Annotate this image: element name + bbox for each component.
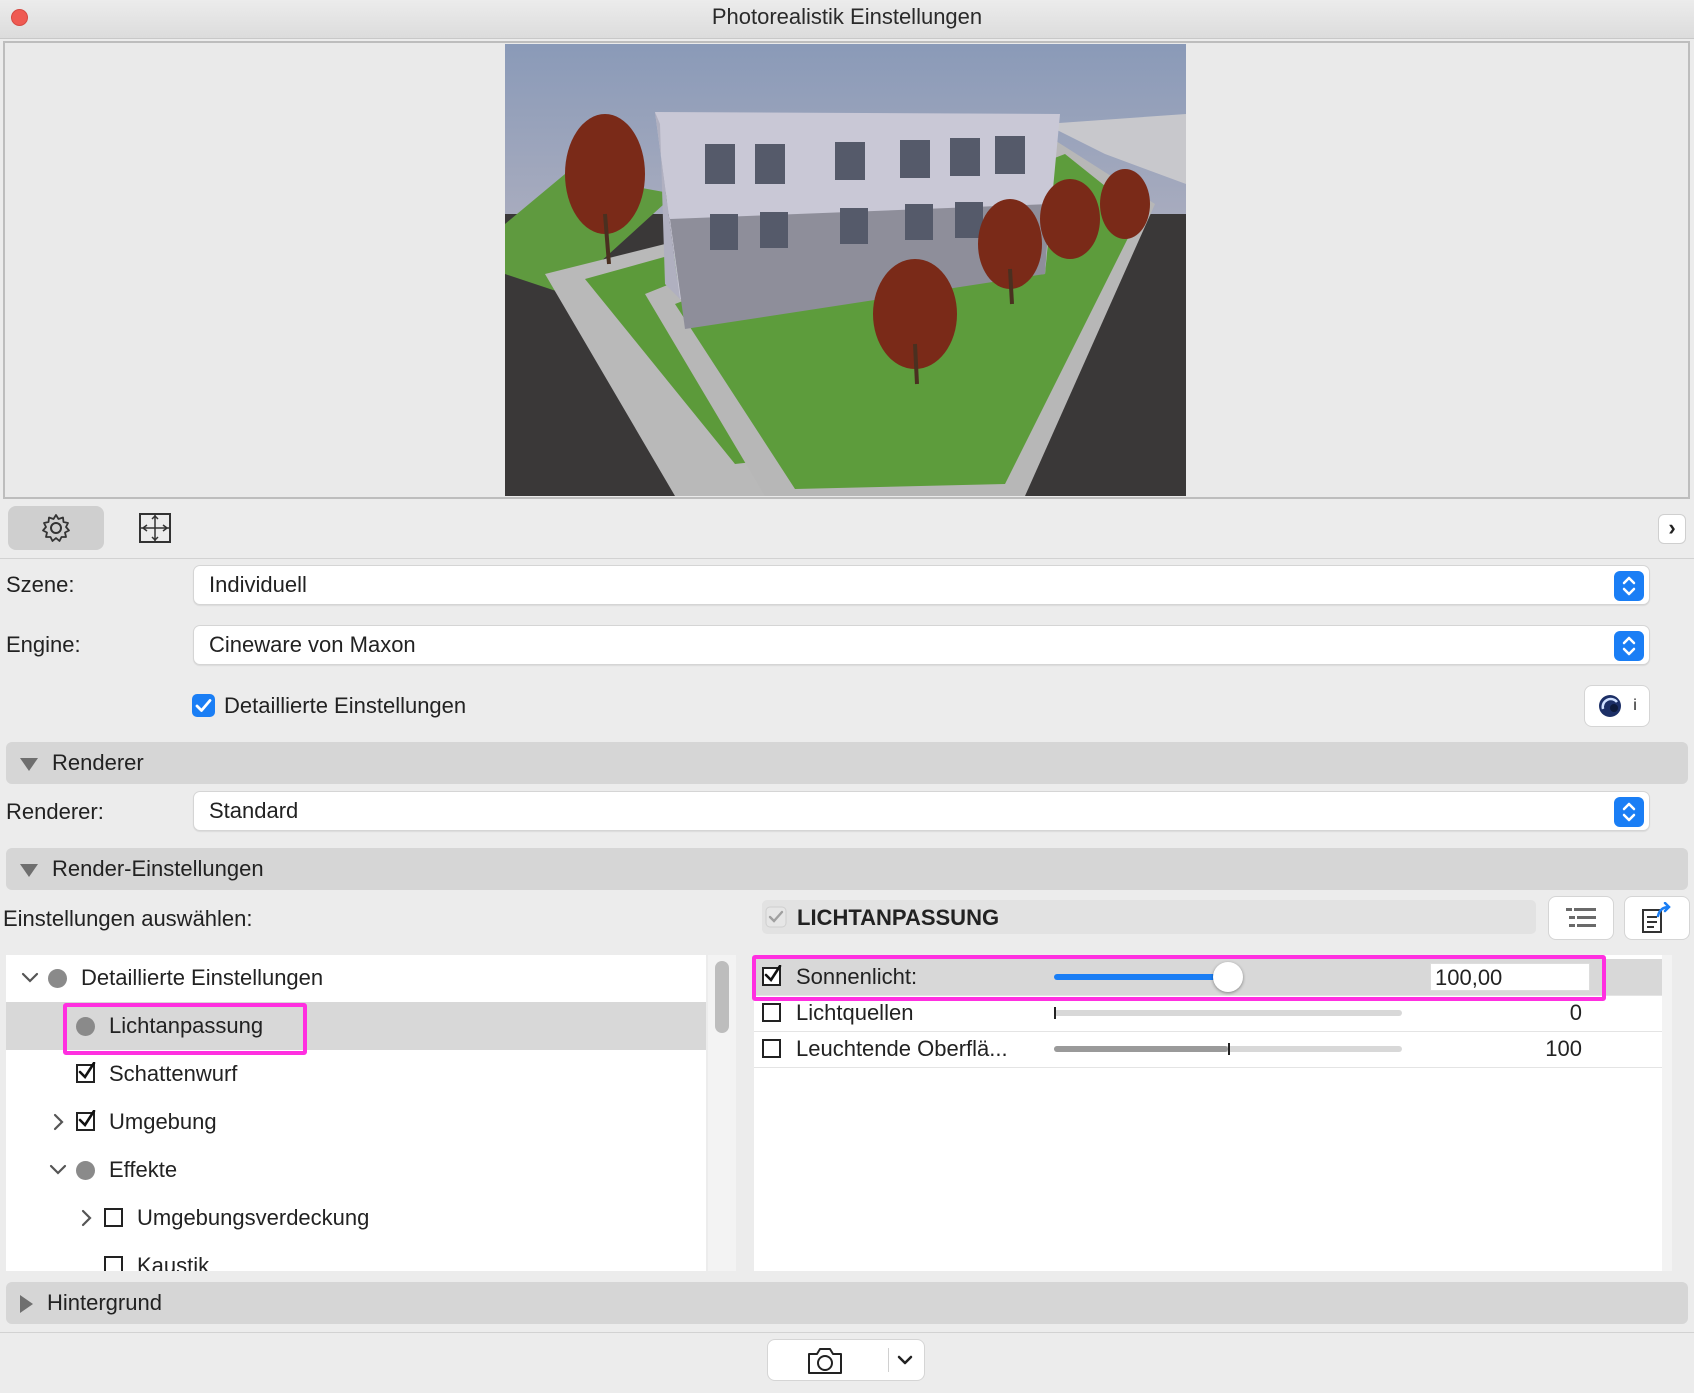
- szene-value: Individuell: [209, 572, 307, 597]
- disclosure-down-icon: [20, 863, 38, 877]
- slider-thumb[interactable]: [1228, 1043, 1230, 1055]
- frame-tab[interactable]: [122, 506, 188, 550]
- tree-item[interactable]: Effekte: [6, 1146, 706, 1194]
- export-icon: [1642, 902, 1671, 933]
- info-icon: i: [1633, 697, 1637, 714]
- tree-scrollbar-thumb[interactable]: [715, 961, 729, 1033]
- disclosure-right-icon: [20, 1295, 33, 1314]
- engine-value: Cineware von Maxon: [209, 632, 416, 657]
- tree-item-label: Kaustik: [137, 1253, 210, 1271]
- render-settings-section-header[interactable]: Render-Einstellungen: [6, 848, 1688, 890]
- tree-item[interactable]: Umgebung: [6, 1098, 706, 1146]
- property-row[interactable]: Leuchtende Oberflä... 100: [754, 1031, 1662, 1068]
- tree-item[interactable]: Schattenwurf: [6, 1050, 706, 1098]
- property-value: 100: [1545, 1036, 1582, 1061]
- render-settings-section-title: Render-Einstellungen: [52, 856, 264, 881]
- status-dot-icon: [48, 969, 67, 988]
- render-button-divider: [888, 1348, 889, 1372]
- detailed-settings-checkbox[interactable]: [192, 694, 215, 717]
- renderer-select[interactable]: Standard: [193, 791, 1650, 831]
- background-section-title: Hintergrund: [47, 1290, 162, 1315]
- render-preview-image: [505, 44, 1186, 496]
- updown-stepper-icon: [1614, 631, 1644, 661]
- szene-label: Szene:: [6, 572, 75, 597]
- tree-item-checkbox[interactable]: [76, 1062, 96, 1083]
- tree-item[interactable]: Kaustik: [6, 1242, 706, 1271]
- cineware-info-button[interactable]: i: [1584, 685, 1650, 727]
- status-dot-icon: [76, 1161, 95, 1180]
- updown-stepper-icon: [1614, 571, 1644, 601]
- tree-item[interactable]: Detaillierte Einstellungen: [6, 955, 706, 1002]
- tree-item-label: Umgebung: [109, 1109, 217, 1134]
- tree-item-checkbox[interactable]: [76, 1110, 96, 1131]
- chevron-down-icon[interactable]: [896, 1353, 914, 1367]
- engine-label: Engine:: [6, 632, 81, 657]
- list-icon: [1566, 908, 1596, 927]
- renderer-section-header[interactable]: Renderer: [6, 742, 1688, 784]
- settings-tab[interactable]: [8, 506, 104, 550]
- highlight-sonnenlicht: [752, 955, 1606, 1001]
- tree-item-label: Detaillierte Einstellungen: [81, 965, 324, 990]
- tree-item-label: Effekte: [109, 1157, 178, 1182]
- frame-icon: [139, 513, 171, 543]
- slider-thumb[interactable]: [1054, 1007, 1056, 1019]
- properties-scrollbar[interactable]: [1662, 955, 1672, 1271]
- export-button[interactable]: [1624, 896, 1690, 940]
- slider-fill: [1054, 1046, 1228, 1052]
- updown-stepper-icon: [1614, 797, 1644, 827]
- szene-select[interactable]: Individuell: [193, 565, 1650, 605]
- tree-item-label: Schattenwurf: [109, 1061, 238, 1086]
- camera-icon: [808, 1348, 842, 1374]
- background-section-header[interactable]: Hintergrund: [6, 1282, 1688, 1324]
- slider-track[interactable]: [1054, 1010, 1402, 1016]
- chevron-right-icon[interactable]: ›: [1658, 514, 1686, 544]
- gear-icon: [42, 514, 70, 542]
- disclosure-down-icon: [20, 757, 38, 771]
- cineware-icon: [1599, 695, 1622, 717]
- renderer-value: Standard: [209, 798, 299, 823]
- property-label: Leuchtende Oberflä...: [796, 1036, 1008, 1061]
- detailed-settings-label: Detaillierte Einstellungen: [224, 693, 467, 718]
- panel-title: LICHTANPASSUNG: [797, 905, 1000, 930]
- render-button[interactable]: [767, 1339, 925, 1381]
- tree-item-checkbox[interactable]: [104, 1208, 123, 1227]
- select-settings-label: Einstellungen auswählen:: [3, 906, 253, 931]
- renderer-section-title: Renderer: [52, 750, 144, 775]
- tree-item[interactable]: Umgebungsverdeckung: [6, 1194, 706, 1242]
- properties-list[interactable]: Sonnenlicht: 100,00 Lichtquellen 0 Leuchtend…: [754, 955, 1662, 1271]
- list-view-button[interactable]: [1548, 896, 1614, 940]
- tree-item-label: Umgebungsverdeckung: [137, 1205, 370, 1230]
- toolbar: [0, 502, 1694, 559]
- property-checkbox[interactable]: [762, 1003, 781, 1022]
- engine-select[interactable]: Cineware von Maxon: [193, 625, 1650, 665]
- window-title: Photorealistik Einstellungen: [711, 4, 983, 29]
- panel-enabled-checkbox[interactable]: [765, 906, 787, 928]
- renderer-label: Renderer:: [6, 799, 104, 824]
- property-checkbox[interactable]: [762, 1039, 781, 1058]
- highlight-lichtanpassung: [63, 1003, 307, 1055]
- tree-item-checkbox[interactable]: [104, 1256, 123, 1271]
